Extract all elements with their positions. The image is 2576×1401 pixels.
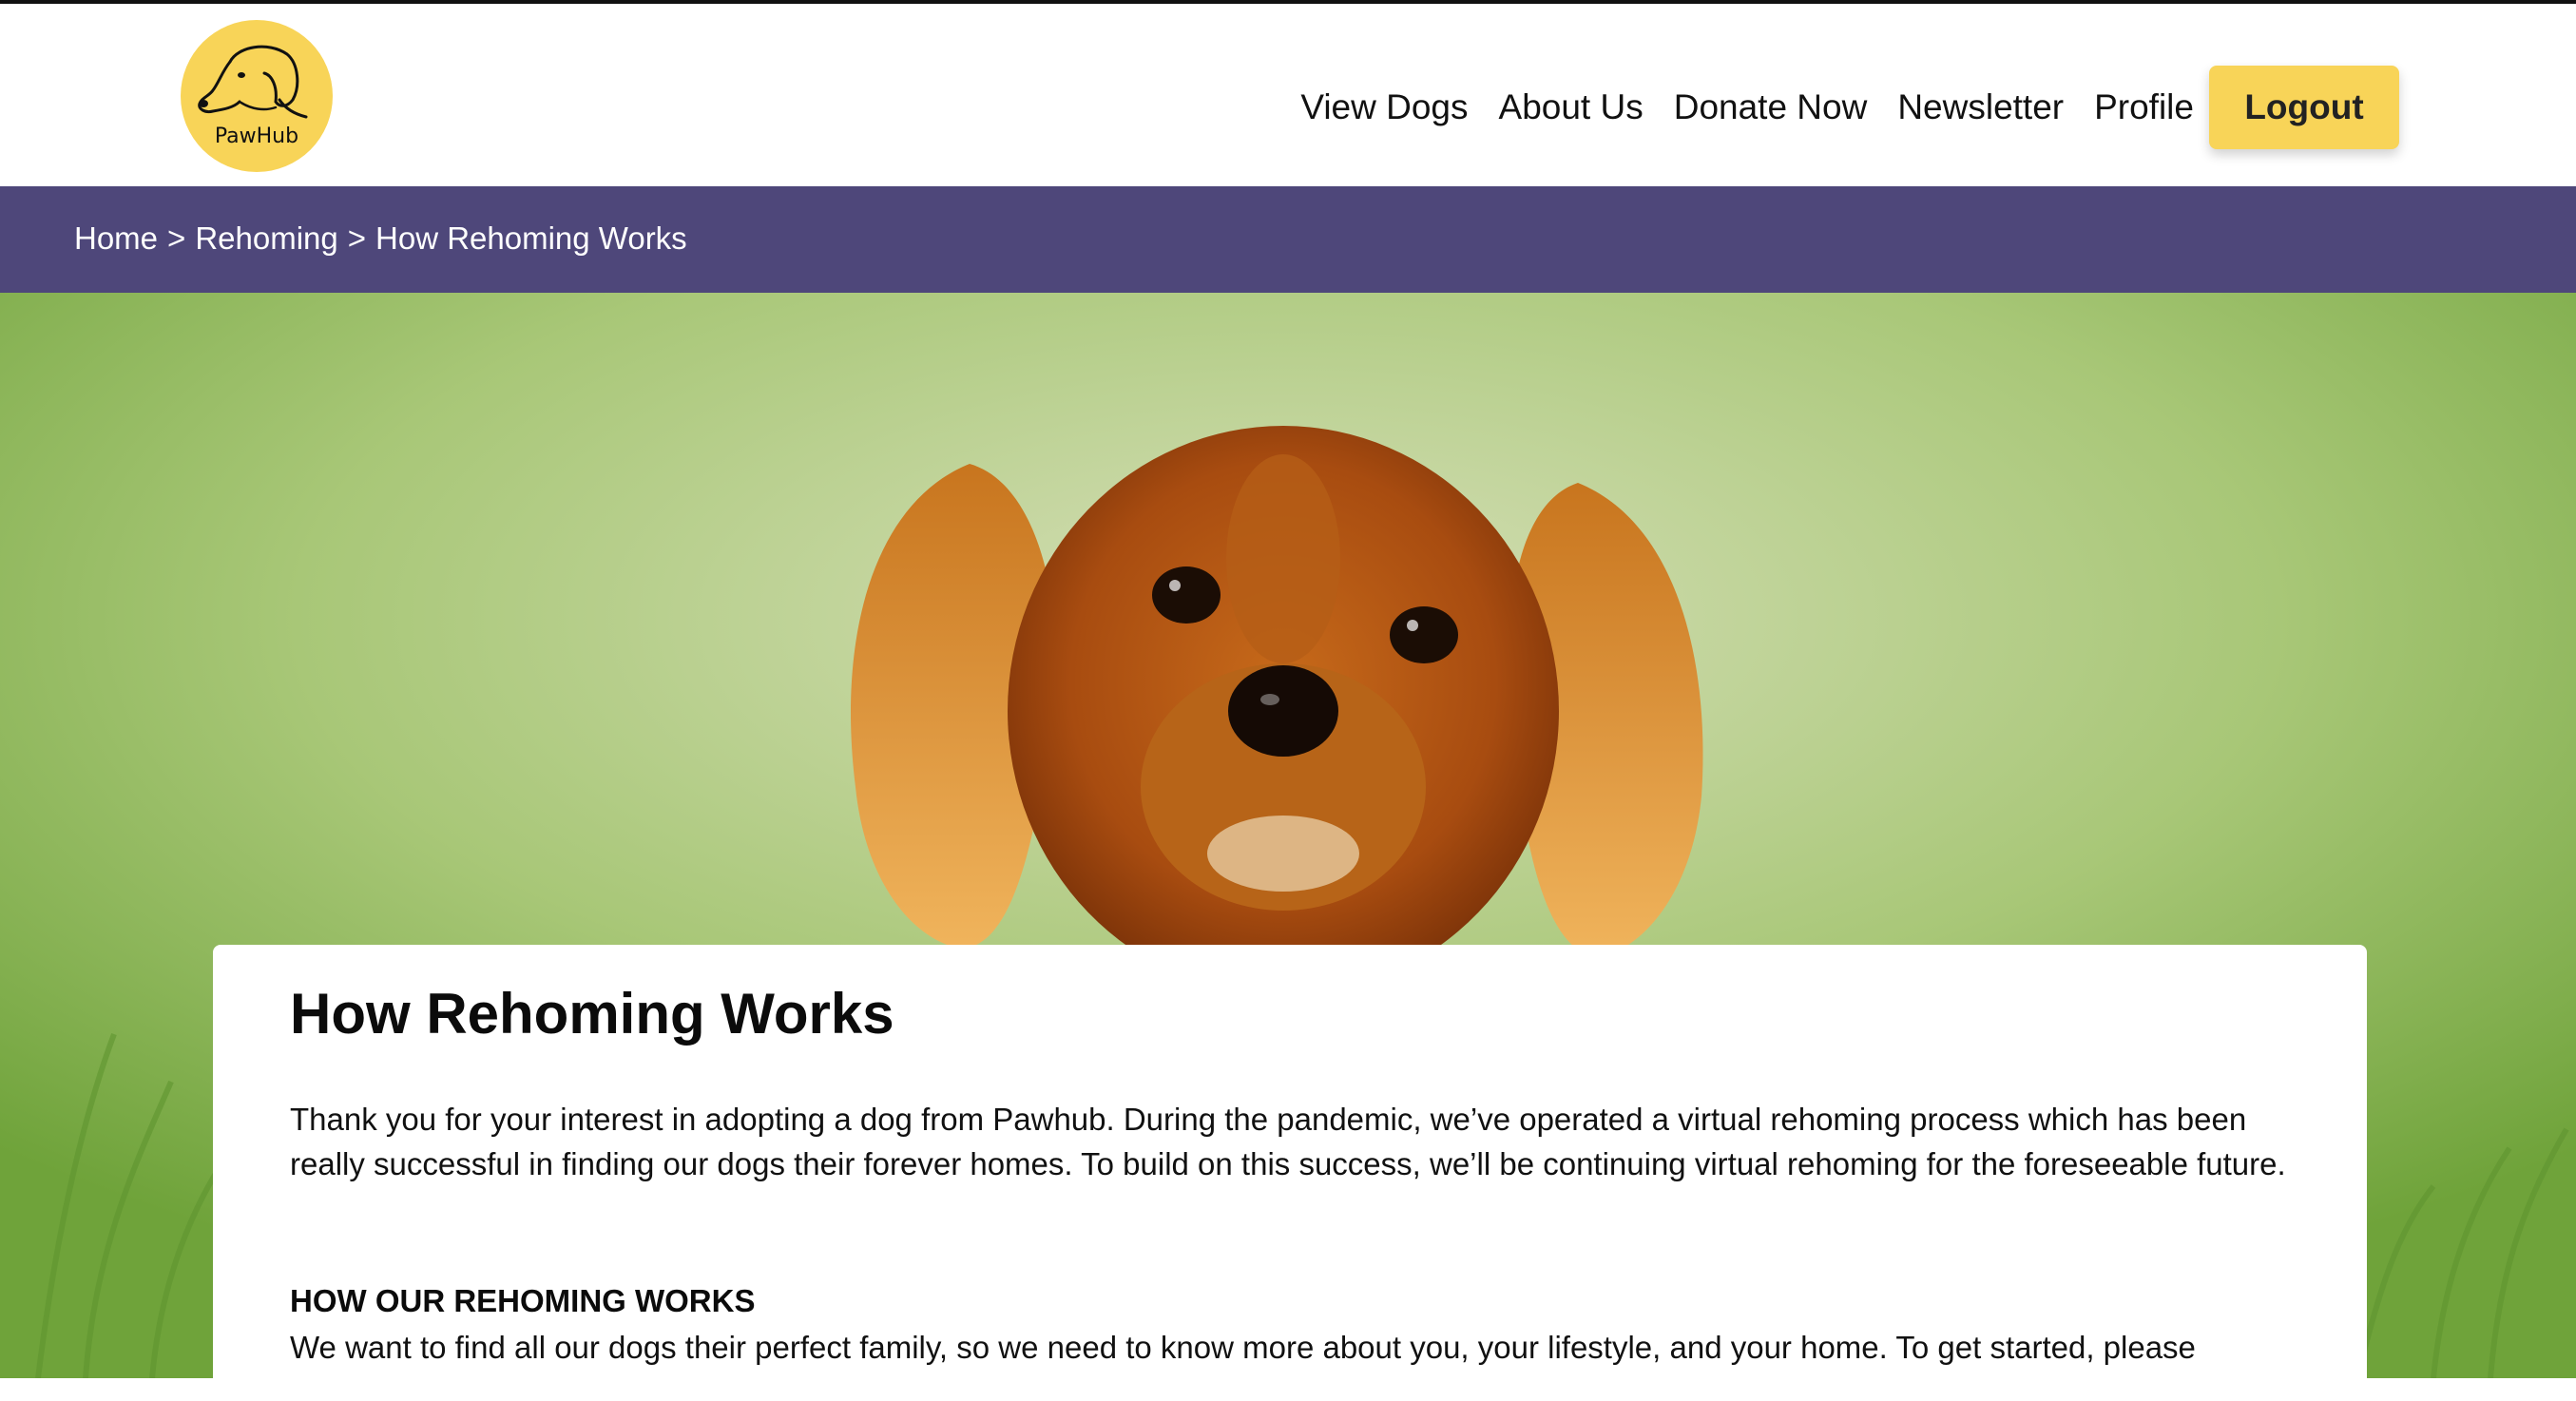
- breadcrumb-bar: Home > Rehoming > How Rehoming Works: [0, 186, 2576, 293]
- dog-head-icon: [198, 45, 308, 119]
- breadcrumb: Home > Rehoming > How Rehoming Works: [74, 221, 687, 257]
- breadcrumb-current: How Rehoming Works: [375, 221, 687, 256]
- content-card: How Rehoming Works Thank you for your in…: [213, 945, 2367, 1401]
- page-title: How Rehoming Works: [290, 982, 894, 1046]
- nav-about-us[interactable]: About Us: [1499, 87, 1644, 127]
- breadcrumb-separator: >: [347, 221, 367, 256]
- section-paragraph: We want to find all our dogs their perfe…: [290, 1330, 2196, 1365]
- breadcrumb-home[interactable]: Home: [74, 221, 158, 256]
- main-nav: View Dogs About Us Donate Now Newsletter…: [1300, 65, 2399, 150]
- site-header: PawHub View Dogs About Us Donate Now New…: [0, 4, 2576, 186]
- pawhub-logo[interactable]: PawHub: [181, 20, 333, 172]
- breadcrumb-rehoming[interactable]: Rehoming: [195, 221, 337, 256]
- logo-wordmark: PawHub: [214, 125, 299, 148]
- nav-profile[interactable]: Profile: [2094, 87, 2194, 127]
- section-heading: HOW OUR REHOMING WORKS: [290, 1283, 756, 1318]
- intro-paragraph: Thank you for your interest in adopting …: [290, 1102, 2286, 1181]
- nav-view-dogs[interactable]: View Dogs: [1300, 87, 1468, 127]
- nav-newsletter[interactable]: Newsletter: [1897, 87, 2064, 127]
- breadcrumb-separator: >: [167, 221, 186, 256]
- logout-button[interactable]: Logout: [2209, 66, 2399, 149]
- nav-donate-now[interactable]: Donate Now: [1674, 87, 1868, 127]
